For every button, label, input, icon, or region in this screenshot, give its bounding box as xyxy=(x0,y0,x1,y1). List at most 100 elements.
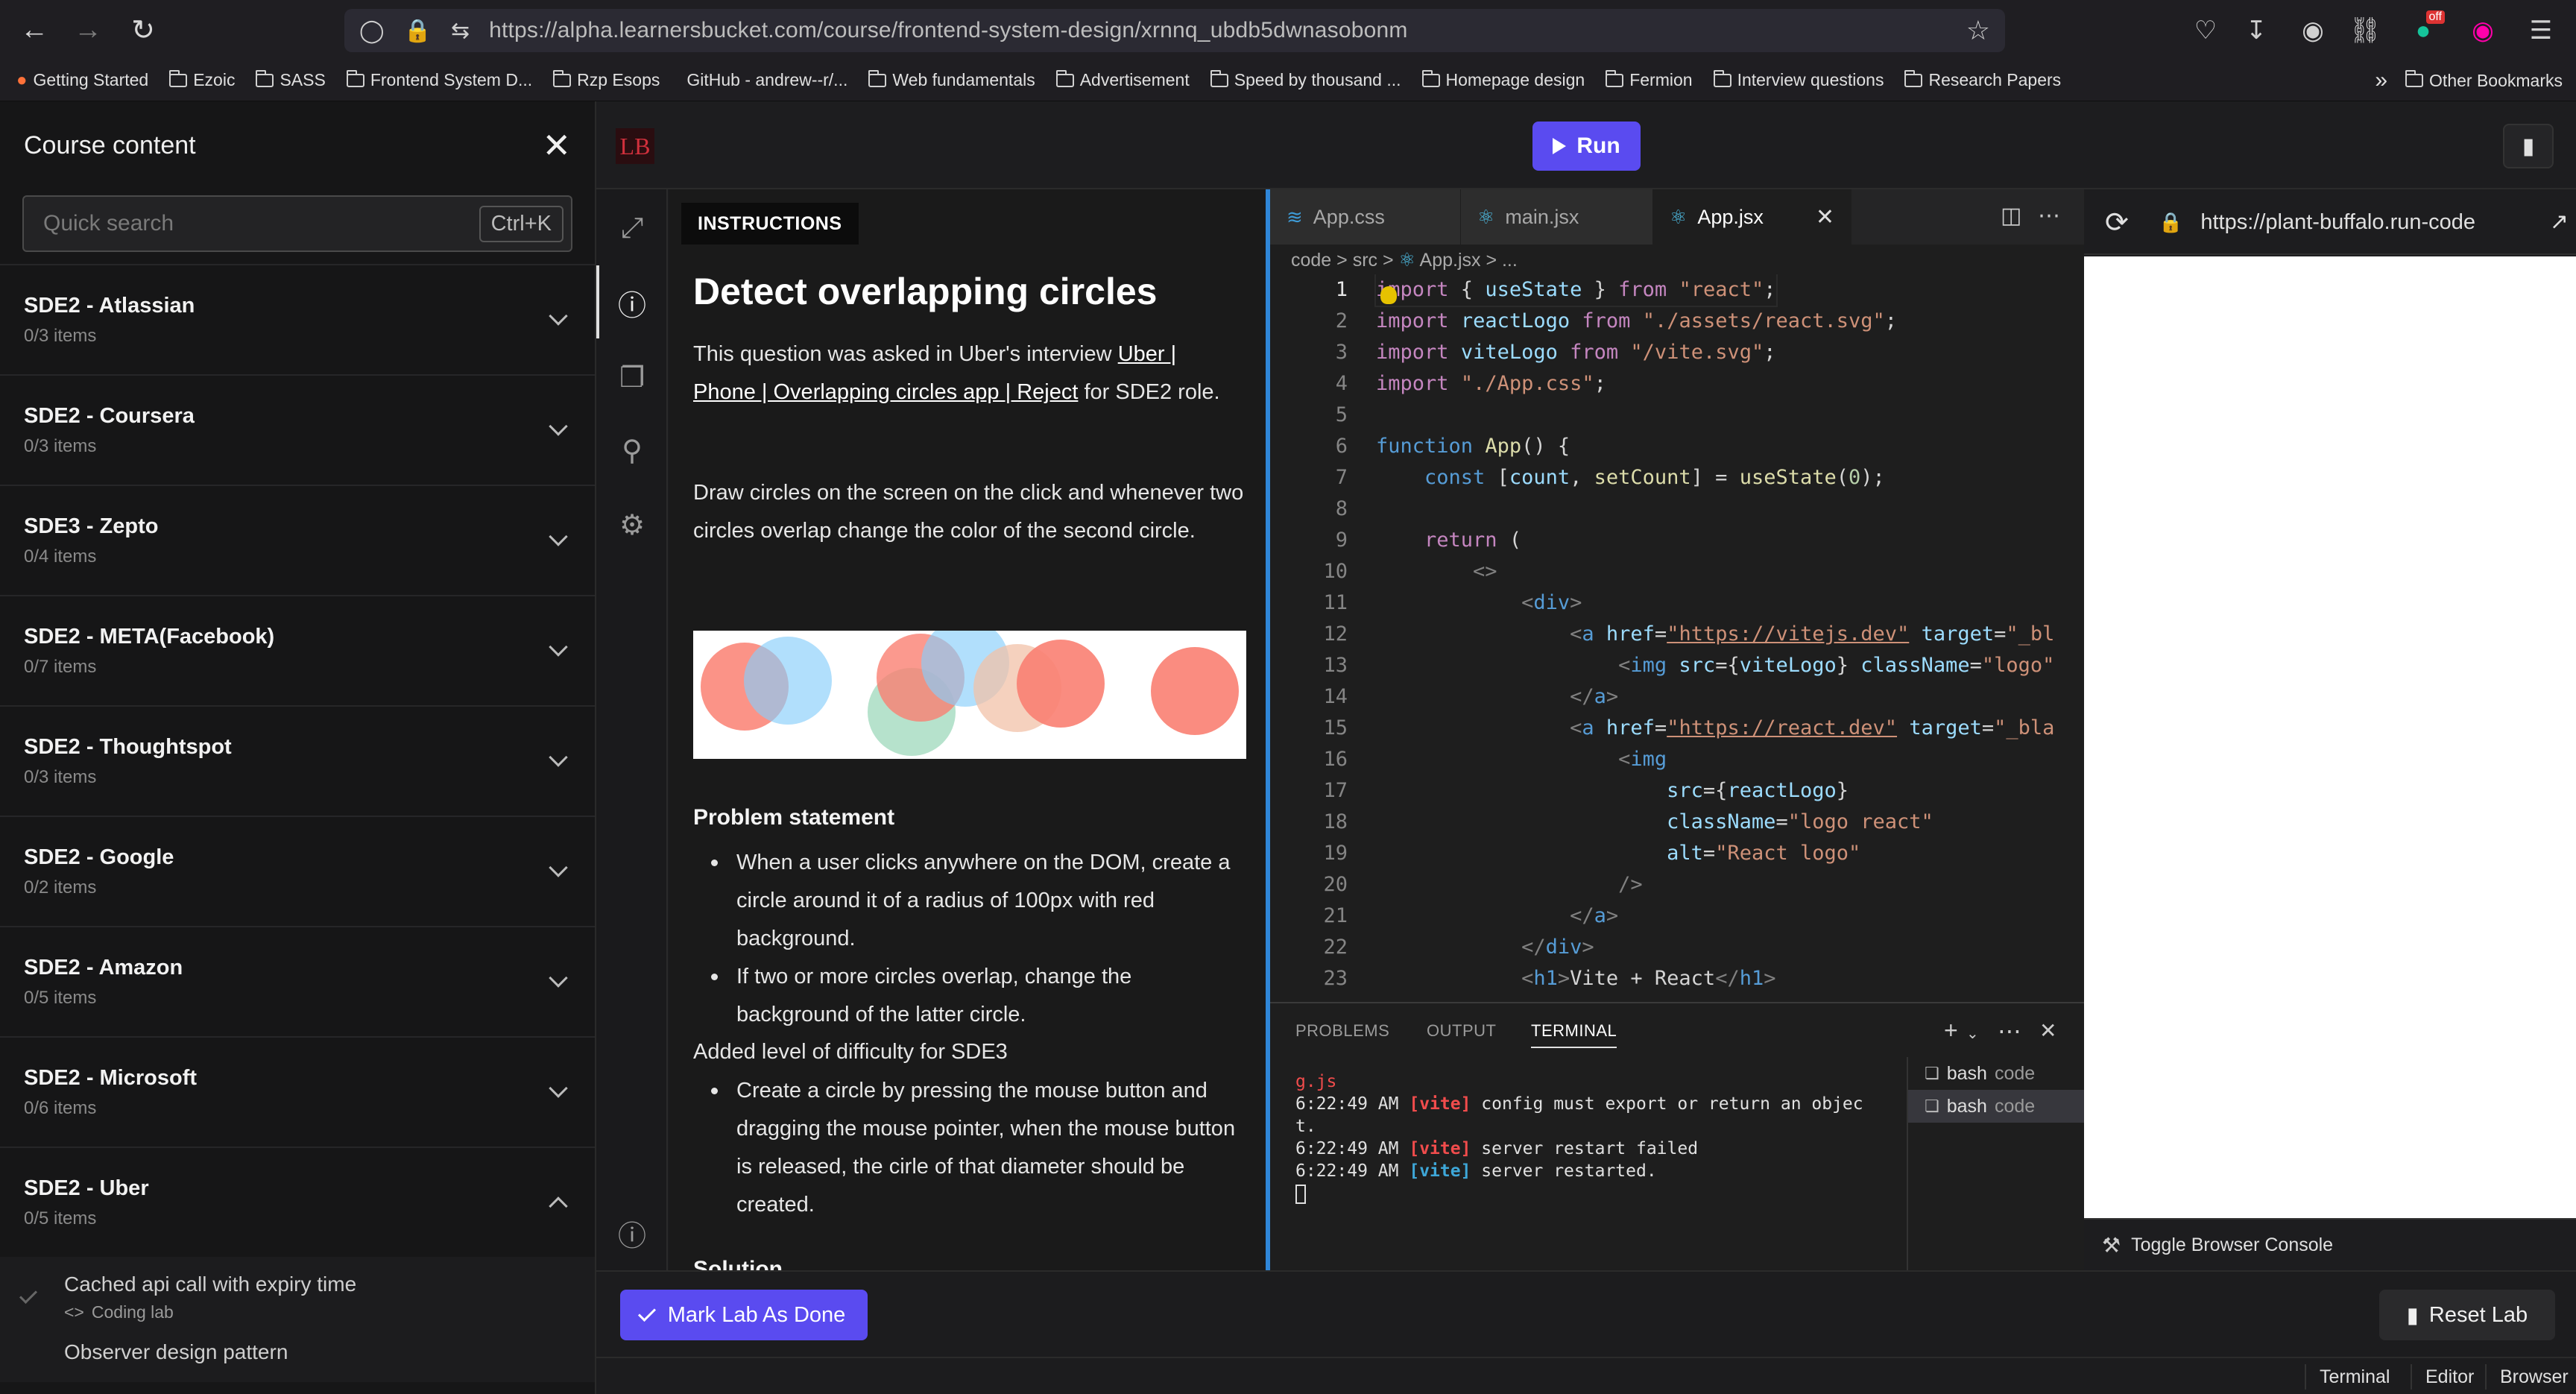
lightbulb-icon[interactable] xyxy=(1380,286,1397,304)
terminal-session[interactable]: ❏ bash code xyxy=(1908,1057,2084,1090)
folder-icon xyxy=(553,69,572,87)
circle xyxy=(744,637,832,725)
more-actions-icon[interactable]: ⋯ xyxy=(1998,1017,2021,1045)
terminal-panel: PROBLEMS OUTPUT TERMINAL + ⌄ ⋯ ✕ g.js 6:… xyxy=(1270,1002,2084,1272)
bookmark-item[interactable]: ● Getting Started xyxy=(16,70,148,91)
color-picker-extension-icon[interactable]: ◉ xyxy=(2461,9,2504,52)
section-microsoft[interactable]: SDE2 - Microsoft 0/6 items xyxy=(0,1036,595,1147)
chevron-double-right-icon[interactable]: » xyxy=(2375,68,2387,93)
activity-rail: ⤢ ⓘ ❐ ⚲ ⚙ ⓘ xyxy=(596,189,668,1270)
tab-terminal[interactable]: TERMINAL xyxy=(1531,1021,1617,1048)
mark-done-button[interactable]: Mark Lab As Done xyxy=(620,1290,868,1340)
reload-icon[interactable]: ↻ xyxy=(119,6,167,54)
bookmark-folder[interactable]: Ezoic xyxy=(169,69,235,90)
bookmark-folder[interactable]: Fermion xyxy=(1606,69,1693,90)
search-shortcut: Ctrl+K xyxy=(479,205,564,242)
section-thoughtspot[interactable]: SDE2 - Thoughtspot 0/3 items xyxy=(0,705,595,816)
bookmark-folder[interactable]: Rzp Esops xyxy=(553,69,660,90)
section-title: SDE2 - Uber xyxy=(24,1176,149,1200)
bookmark-folder[interactable]: Interview questions xyxy=(1713,69,1884,90)
account-icon[interactable]: ◉ xyxy=(2291,9,2334,52)
bookmark-folder[interactable]: Speed by thousand ... xyxy=(1210,69,1401,90)
split-editor-icon[interactable]: ◫ xyxy=(2001,203,2021,229)
instructions-tab[interactable]: INSTRUCTIONS xyxy=(681,203,859,245)
bookmark-folder[interactable]: Research Papers xyxy=(1904,69,2061,90)
view-terminal-button[interactable]: Terminal xyxy=(2305,1364,2403,1390)
tab-problems[interactable]: PROBLEMS xyxy=(1295,1021,1389,1041)
learnersbucket-logo[interactable]: LB xyxy=(616,128,654,164)
search-icon[interactable]: ⚲ xyxy=(614,432,650,468)
preview-toolbar: ⟳ 🔒 https://plant-buffalo.run-code ↗ xyxy=(2084,189,2576,255)
info-icon[interactable]: ⓘ xyxy=(614,285,650,322)
chevron-down-icon[interactable]: ⌄ xyxy=(1966,1024,1979,1043)
code-line: 6 function App() { xyxy=(1335,435,1570,458)
more-actions-icon[interactable]: ⋯ xyxy=(2038,203,2060,229)
bookmark-folder[interactable]: Homepage design xyxy=(1421,69,1585,90)
back-arrow-icon[interactable]: ← xyxy=(10,6,58,54)
editor-tab-bar: ≋ App.css ⚛ main.jsx ⚛ App.jsx ✕ ◫ ⋯ xyxy=(1270,189,2084,245)
section-amazon[interactable]: SDE2 - Amazon 0/5 items xyxy=(0,926,595,1036)
menu-icon[interactable]: ☰ xyxy=(2519,9,2563,52)
section-title: SDE2 - Coursera xyxy=(24,403,195,428)
lesson-item[interactable]: Cached api call with expiry time <> Codin… xyxy=(0,1257,595,1337)
terminal-session[interactable]: ❏ bash code xyxy=(1908,1090,2084,1123)
forward-arrow-icon[interactable]: → xyxy=(64,6,112,54)
close-icon[interactable]: ✕ xyxy=(2039,1018,2056,1043)
expand-icon[interactable]: ⤢ xyxy=(614,210,650,246)
sde3-heading: Added level of difficulty for SDE3 xyxy=(693,1040,1008,1064)
close-icon[interactable]: ✕ xyxy=(542,125,571,165)
lesson-item[interactable]: Observer design pattern xyxy=(0,1337,595,1382)
section-coursera[interactable]: SDE2 - Coursera 0/3 items xyxy=(0,374,595,485)
address-bar[interactable]: ◯ 🔒 ⇆ https://alpha.learnersbucket.com/c… xyxy=(344,9,2005,52)
code-area[interactable]: 1 import { useState } from "react"; 2 impo… xyxy=(1270,274,2084,1002)
view-editor-button[interactable]: Editor xyxy=(2411,1364,2487,1390)
section-atlassian[interactable]: SDE2 - Atlassian 0/3 items xyxy=(0,264,595,374)
toggle-console-button[interactable]: ⚒ Toggle Browser Console xyxy=(2084,1218,2576,1270)
instructions-panel: INSTRUCTIONS Detect overlapping circles … xyxy=(669,189,1266,1270)
grammarly-extension-icon[interactable]: ● off xyxy=(2402,9,2445,52)
reset-lab-button[interactable]: ▮ Reset Lab xyxy=(2379,1290,2555,1340)
refresh-icon[interactable]: ⟳ xyxy=(2105,206,2129,239)
tab-app-jsx[interactable]: ⚛ App.jsx ✕ xyxy=(1653,189,1852,245)
preview-url[interactable]: 🔒 https://plant-buffalo.run-code xyxy=(2159,210,2475,235)
section-count: 0/7 items xyxy=(24,656,97,677)
help-icon[interactable]: ⓘ xyxy=(614,1215,650,1252)
section-uber[interactable]: SDE2 - Uber 0/5 items xyxy=(0,1147,595,1257)
bookmark-item[interactable]: GitHub - andrew--r/... xyxy=(681,70,847,90)
new-terminal-icon[interactable]: + xyxy=(1944,1017,1958,1044)
terminal-output[interactable]: g.js 6:22:49 AM [vite] config must expor… xyxy=(1295,1070,1884,1205)
section-title: SDE2 - Amazon xyxy=(24,955,183,980)
bookmark-folder[interactable]: Web fundamentals xyxy=(868,69,1035,90)
close-icon[interactable]: ✕ xyxy=(1816,204,1834,230)
lesson-title: Cached api call with expiry time xyxy=(64,1272,357,1296)
folder-icon xyxy=(1210,69,1228,87)
extensions-icon[interactable]: ⛓ xyxy=(2343,9,2387,52)
other-bookmarks-folder[interactable]: Other Bookmarks xyxy=(2405,70,2563,91)
bookmark-folder[interactable]: SASS xyxy=(256,69,326,90)
bookmark-folder[interactable]: Frontend System D... xyxy=(346,69,532,90)
pocket-icon[interactable]: ♡ xyxy=(2184,9,2227,52)
lab-settings-button[interactable]: ▮ xyxy=(2503,124,2554,168)
lock-icon: 🔒 xyxy=(2159,211,2183,233)
tab-app-css[interactable]: ≋ App.css xyxy=(1270,189,1461,245)
open-external-icon[interactable]: ↗ xyxy=(2550,209,2569,235)
run-button[interactable]: Run xyxy=(1532,122,1641,171)
section-title: SDE2 - Microsoft xyxy=(24,1065,198,1090)
section-meta[interactable]: SDE2 - META(Facebook) 0/7 items xyxy=(0,595,595,705)
quick-search-input[interactable]: Quick search Ctrl+K xyxy=(22,195,572,252)
star-icon[interactable]: ☆ xyxy=(1966,15,1990,46)
code-line: 18 className="logo react" xyxy=(1323,810,1933,833)
section-zepto[interactable]: SDE3 - Zepto 0/4 items xyxy=(0,485,595,595)
permissions-icon[interactable]: ⇆ xyxy=(451,18,470,44)
search-placeholder: Quick search xyxy=(43,211,174,236)
downloads-icon[interactable]: ↧ xyxy=(2235,9,2278,52)
gear-icon[interactable]: ⚙ xyxy=(614,507,650,543)
tab-output[interactable]: OUTPUT xyxy=(1427,1021,1496,1041)
preview-frame[interactable] xyxy=(2084,256,2576,1218)
section-google[interactable]: SDE2 - Google 0/2 items xyxy=(0,816,595,926)
files-icon[interactable]: ❐ xyxy=(614,359,650,395)
section-count: 0/4 items xyxy=(24,546,97,567)
tab-main-jsx[interactable]: ⚛ main.jsx xyxy=(1461,189,1653,245)
bookmark-folder[interactable]: Advertisement xyxy=(1055,69,1190,90)
view-browser-button[interactable]: Browser xyxy=(2485,1364,2576,1390)
